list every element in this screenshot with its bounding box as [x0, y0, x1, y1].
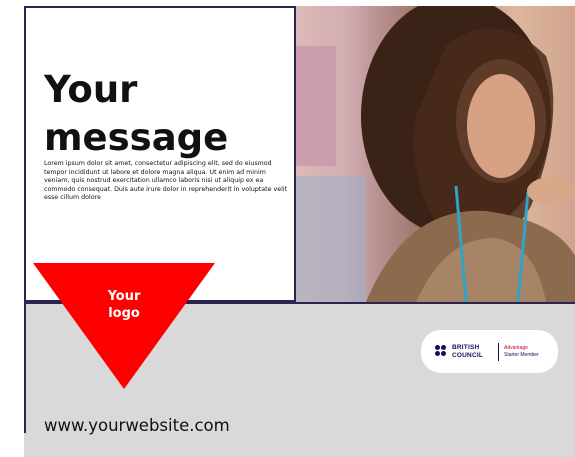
- badge-org-line-1: BRITISH: [452, 344, 480, 351]
- logo-placeholder-text: Your logo: [94, 288, 154, 322]
- body-text: Lorem ipsum dolor sit amet, consectetur …: [44, 160, 288, 202]
- headline-line-2: message: [44, 116, 229, 159]
- website-url: www.yourwebsite.com: [44, 416, 230, 435]
- logo-line-1: Your: [107, 289, 141, 304]
- badge-separator: [498, 343, 499, 361]
- headline-line-1: Your: [44, 68, 138, 111]
- poster: Your message Lorem ipsum dolor sit amet,…: [24, 6, 575, 457]
- british-council-badge: BRITISH COUNCIL Advantage Starter Member: [421, 330, 558, 373]
- hero-photo: [296, 6, 575, 302]
- badge-tier: Advantage Starter Member: [504, 345, 539, 359]
- logo-placeholder-triangle: [33, 263, 215, 389]
- logo-line-2: logo: [108, 306, 140, 321]
- woman-photo-illustration: [296, 6, 575, 302]
- badge-org-line-2: COUNCIL: [452, 351, 484, 359]
- frame-rule: [24, 302, 26, 433]
- logo-triangle-shape: [33, 263, 215, 389]
- british-council-wordmark: BRITISH COUNCIL: [452, 344, 483, 359]
- headline: Your message: [44, 66, 284, 162]
- badge-tier-line-2: Starter Member: [504, 352, 539, 358]
- badge-tier-line-1: Advantage: [504, 345, 528, 351]
- british-council-dots-icon: [435, 345, 449, 359]
